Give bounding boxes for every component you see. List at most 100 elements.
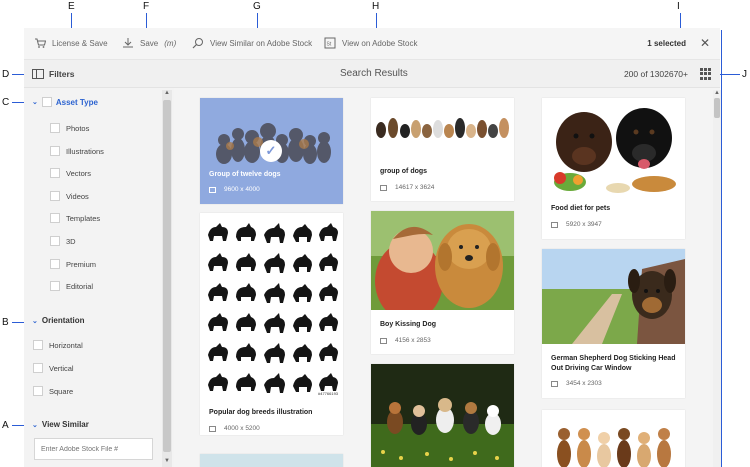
asset-type-checkbox[interactable] bbox=[41, 97, 52, 107]
option-label: Square bbox=[49, 386, 74, 396]
results-scrollbar[interactable] bbox=[713, 90, 721, 467]
scroll-down-icon[interactable]: ▼ bbox=[164, 458, 170, 464]
card-dimensions: 4156 x 2853 bbox=[395, 337, 431, 344]
results-scroll-thumb[interactable] bbox=[714, 98, 720, 118]
filter-3d[interactable]: 3D bbox=[50, 236, 76, 246]
card-title: Boy Kissing Dog bbox=[380, 321, 437, 328]
checkbox[interactable] bbox=[50, 191, 60, 201]
checkbox[interactable] bbox=[33, 340, 43, 350]
filters-toggle[interactable]: Filters bbox=[49, 69, 75, 79]
download-icon bbox=[122, 37, 134, 49]
callout-i: I bbox=[677, 1, 680, 12]
card-image bbox=[542, 410, 685, 467]
checkbox[interactable] bbox=[33, 386, 43, 396]
result-card[interactable]: Boy Kissing Dog 4156 x 2853 bbox=[371, 211, 514, 354]
card-title: Group of twelve dogs bbox=[209, 171, 281, 178]
page-title: Search Results bbox=[340, 68, 408, 79]
option-label: Horizontal bbox=[49, 340, 83, 350]
result-count: 200 of 1302670+ bbox=[623, 69, 688, 79]
filter-videos[interactable]: Videos bbox=[50, 191, 89, 201]
image-size-icon bbox=[551, 380, 558, 387]
callout-b: B bbox=[2, 317, 9, 328]
view-on-stock-label: View on Adobe Stock bbox=[342, 38, 418, 48]
checkbox[interactable] bbox=[50, 146, 60, 156]
card-image: #47766193 bbox=[200, 213, 343, 397]
view-similar-button[interactable]: View Similar on Adobe Stock bbox=[192, 37, 312, 49]
result-card[interactable] bbox=[371, 364, 514, 467]
checkbox[interactable] bbox=[50, 168, 60, 178]
callout-j: J bbox=[742, 69, 747, 80]
filters-panel-icon[interactable] bbox=[32, 69, 44, 79]
option-label: Editorial bbox=[66, 281, 94, 291]
callout-a: A bbox=[2, 420, 9, 431]
stock-file-input[interactable] bbox=[34, 438, 153, 460]
card-dimensions: 3454 x 2303 bbox=[566, 380, 602, 387]
image-size-icon bbox=[380, 184, 387, 191]
view-similar-section[interactable]: ⌄ View Similar bbox=[32, 420, 89, 429]
result-card[interactable]: German Shepherd Dog Sticking Head Out Dr… bbox=[542, 249, 685, 398]
image-size-icon bbox=[209, 425, 216, 432]
scroll-up-icon[interactable]: ▲ bbox=[164, 90, 170, 96]
chevron-down-icon: ⌄ bbox=[32, 317, 38, 325]
filter-horizontal[interactable]: Horizontal bbox=[33, 340, 83, 350]
view-similar-section-label: View Similar bbox=[41, 420, 89, 429]
filter-bar: Filters Search Results 200 of 1302670+ bbox=[24, 60, 720, 88]
results-grid: ✓ Group of twelve dogs 9600 x 4000 #4776… bbox=[174, 88, 720, 467]
orientation-section[interactable]: ⌄ Orientation bbox=[32, 316, 85, 325]
filter-premium[interactable]: Premium bbox=[50, 259, 96, 269]
result-card[interactable]: #47766193 Popular dog breeds illustratio… bbox=[200, 213, 343, 435]
option-label: 3D bbox=[66, 236, 76, 246]
save-shortcut: (m) bbox=[164, 38, 177, 48]
license-save-label: License & Save bbox=[52, 38, 108, 48]
filter-vectors[interactable]: Vectors bbox=[50, 168, 91, 178]
image-size-icon bbox=[551, 221, 558, 228]
close-icon[interactable]: ✕ bbox=[700, 36, 710, 50]
sidebar-scroll-thumb[interactable] bbox=[163, 100, 171, 452]
asset-type-section[interactable]: ⌄ Asset Type bbox=[32, 97, 98, 107]
filter-editorial[interactable]: Editorial bbox=[50, 281, 93, 291]
result-card[interactable] bbox=[200, 454, 343, 467]
chevron-down-icon: ⌄ bbox=[32, 421, 38, 429]
callout-c: C bbox=[2, 97, 10, 108]
filter-photos[interactable]: Photos bbox=[50, 123, 89, 133]
option-label: Photos bbox=[66, 123, 90, 133]
results-scroll-up-icon[interactable]: ▲ bbox=[714, 90, 720, 96]
checkbox[interactable] bbox=[50, 259, 60, 269]
card-dimensions: 14617 x 3624 bbox=[395, 184, 435, 191]
card-image bbox=[371, 211, 514, 310]
card-dimensions: 4000 x 5200 bbox=[224, 425, 260, 432]
asset-type-label: Asset Type bbox=[55, 97, 98, 107]
filter-illustrations[interactable]: Illustrations bbox=[50, 146, 104, 156]
filters-sidebar bbox=[24, 88, 174, 467]
option-label: Illustrations bbox=[66, 146, 104, 156]
card-image bbox=[542, 249, 685, 344]
checkbox[interactable] bbox=[33, 363, 43, 373]
view-similar-label: View Similar on Adobe Stock bbox=[210, 38, 313, 48]
filter-templates[interactable]: Templates bbox=[50, 213, 100, 223]
orientation-label: Orientation bbox=[41, 316, 85, 325]
result-card[interactable] bbox=[542, 410, 685, 467]
filter-vertical[interactable]: Vertical bbox=[33, 363, 74, 373]
option-label: Videos bbox=[66, 191, 89, 201]
card-image bbox=[542, 98, 685, 195]
search-icon bbox=[192, 37, 204, 49]
callout-e: E bbox=[68, 1, 75, 12]
card-image bbox=[371, 364, 514, 467]
result-card[interactable]: Food diet for pets 5920 x 3947 bbox=[542, 98, 685, 239]
image-size-icon bbox=[209, 186, 216, 193]
view-on-stock-button[interactable]: St View on Adobe Stock bbox=[324, 37, 417, 49]
card-title: Popular dog breeds illustration bbox=[209, 409, 313, 416]
checkbox[interactable] bbox=[50, 281, 60, 291]
checkbox[interactable] bbox=[50, 123, 60, 133]
card-dimensions: 9600 x 4000 bbox=[224, 186, 260, 193]
grid-view-icon[interactable] bbox=[700, 68, 712, 80]
checkbox[interactable] bbox=[50, 213, 60, 223]
filter-square[interactable]: Square bbox=[33, 386, 73, 396]
license-save-button[interactable]: License & Save bbox=[34, 37, 108, 49]
result-card[interactable]: ✓ Group of twelve dogs 9600 x 4000 bbox=[200, 98, 343, 204]
save-button[interactable]: Save (m) bbox=[122, 37, 176, 49]
checkbox[interactable] bbox=[50, 236, 60, 246]
option-label: Premium bbox=[66, 259, 97, 269]
result-card[interactable]: group of dogs 14617 x 3624 bbox=[371, 98, 514, 201]
callout-f: F bbox=[143, 1, 150, 12]
